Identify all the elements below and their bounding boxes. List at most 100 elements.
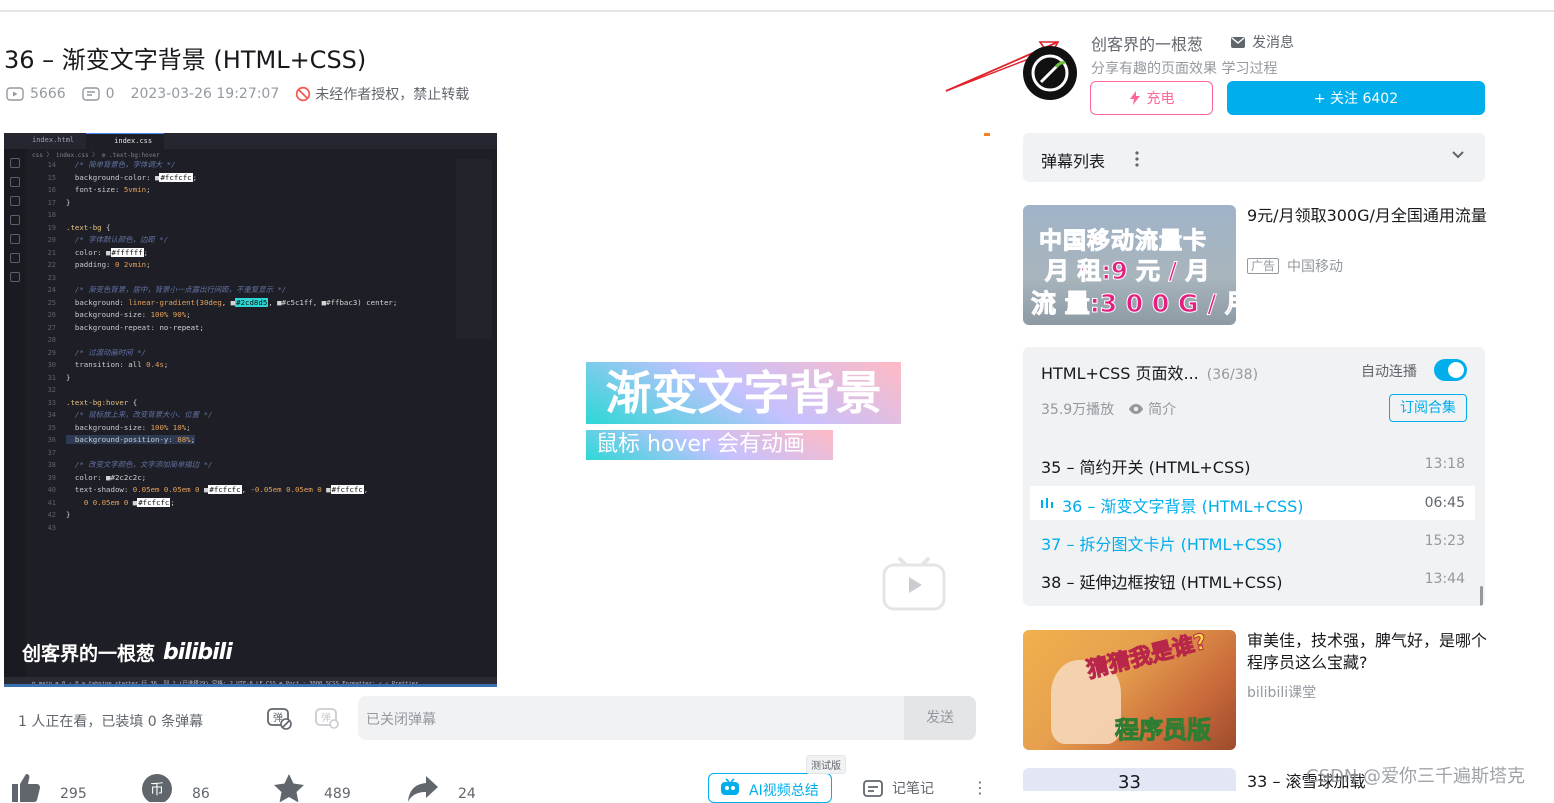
ad-meta: 广告 中国移动 <box>1247 256 1343 276</box>
danmaku-list-label: 弹幕列表 <box>1041 152 1106 171</box>
playlist-item[interactable]: 37 – 拆分图文卡片 (HTML+CSS) 15:23 <box>1030 524 1475 558</box>
send-message-link[interactable]: 发消息 <box>1230 32 1294 52</box>
favorite-button[interactable]: 489 <box>272 772 351 802</box>
intro-label: 简介 <box>1148 402 1177 418</box>
eye-icon <box>1129 404 1144 414</box>
ai-summary-button[interactable]: AI视频总结 <box>708 773 832 803</box>
mail-icon <box>1231 36 1245 48</box>
danmaku-input-placeholder: 已关闭弹幕 <box>366 712 436 728</box>
views-count: 5666 <box>30 86 66 102</box>
coin-icon: 币 <box>142 774 172 802</box>
play-count-icon <box>6 87 24 101</box>
send-danmaku-button[interactable]: 发送 <box>904 696 976 740</box>
notes-label: 记笔记 <box>892 781 934 797</box>
danmaku-toggle-icon[interactable]: 弹 <box>266 706 292 730</box>
ad-thumb-line3: 流 量:3 0 0 G / 月 <box>1030 289 1236 319</box>
code-editor-frame: index.html index.css css 〉 index.css 〉 ⚙… <box>4 133 497 687</box>
playlist-item-duration: 13:18 <box>1424 456 1465 472</box>
recommended-thumbnail[interactable]: 猜猜我是谁? 程序员版 <box>1023 630 1236 750</box>
playlist-plays: 35.9万播放 <box>1041 402 1115 418</box>
subscribe-collection-button[interactable]: 订阅合集 <box>1389 394 1467 422</box>
watermark-author: 创客界的一根葱 <box>22 643 156 665</box>
video-watermark: 创客界的一根葱 bilibili <box>22 639 233 666</box>
follow-label: + 关注 6402 <box>1313 91 1399 107</box>
video-player[interactable]: index.html index.css css 〉 index.css 〉 ⚙… <box>4 133 990 687</box>
ad-thumb-line2: 月 租:9 元 / 月 <box>1044 257 1210 286</box>
video-meta: 5666 0 2023-03-26 19:27:07 未经作者授权，禁止转载 <box>6 84 469 104</box>
playlist-item-duration: 13:44 <box>1424 571 1465 587</box>
danmaku-settings-icon[interactable]: 弹 <box>314 706 340 730</box>
editor-tab-css: index.css <box>86 133 165 149</box>
recommended-video[interactable]: 猜猜我是谁? 程序员版 审美佳，技术强，脾气好，是哪个程序员这么宝藏? bili… <box>1023 630 1487 750</box>
coin-button[interactable]: 币 86 <box>140 772 210 802</box>
recommended-thumbnail[interactable]: 33 <box>1023 768 1236 793</box>
share-arrow-icon <box>408 776 438 802</box>
playlist-item[interactable]: 38 – 延伸边框按钮 (HTML+CSS) 13:44 <box>1030 562 1475 596</box>
danmaku-bar: 1 人正在看，已装填 0 条弹幕 弹 弹 已关闭弹幕 发送 <box>4 687 990 749</box>
playlist-name: HTML+CSS 页面效... <box>1041 364 1199 383</box>
danmaku-stat: 0 <box>81 86 115 102</box>
editor-breadcrumb: css 〉 index.css 〉 ⚙ .text-bg:hover <box>32 152 160 159</box>
svg-text:弹: 弹 <box>321 711 331 724</box>
video-title: 36 – 渐变文字背景 (HTML+CSS) <box>4 46 367 74</box>
playlist-item-title: 36 – 渐变文字背景 (HTML+CSS) <box>1062 497 1304 516</box>
playlist-item-current[interactable]: 36 – 渐变文字背景 (HTML+CSS) 06:45 <box>1030 486 1475 520</box>
beta-badge: 测试版 <box>806 755 846 774</box>
editor-activity-bar <box>4 149 26 677</box>
preview-pane: 渐变文字背景 鼠标 hover 会有动画 <box>497 133 990 687</box>
lightning-icon <box>1129 91 1140 105</box>
playlist-item-title: 35 – 简约开关 (HTML+CSS) <box>1041 458 1251 477</box>
playlist-title[interactable]: HTML+CSS 页面效... (36/38) <box>1041 360 1258 384</box>
playlist-item[interactable]: 35 – 简约开关 (HTML+CSS) 13:18 <box>1030 447 1475 481</box>
charge-label: 充电 <box>1146 91 1175 107</box>
playlist-item-title: 38 – 延伸边框按钮 (HTML+CSS) <box>1041 573 1283 592</box>
gradient-text-subtitle: 鼠标 hover 会有动画 <box>586 430 833 460</box>
publish-date: 2023-03-26 19:27:07 <box>130 86 280 102</box>
charge-button[interactable]: 充电 <box>1090 81 1213 115</box>
recommended-title[interactable]: 审美佳，技术强，脾气好，是哪个程序员这么宝藏? <box>1247 630 1487 674</box>
copyright-notice: 未经作者授权，禁止转载 <box>295 84 469 104</box>
views-stat: 5666 <box>6 86 66 102</box>
autoplay-toggle[interactable] <box>1434 359 1467 381</box>
author-description: 分享有趣的页面效果 学习过程 <box>1091 61 1278 77</box>
thumb-caption-bottom: 程序员版 <box>1115 716 1212 745</box>
gradient-text-title: 渐变文字背景 <box>586 362 901 424</box>
author-name[interactable]: 创客界的一根葱 <box>1091 31 1203 55</box>
editor-minimap <box>456 159 492 339</box>
editor-tabs: index.html index.css <box>4 133 497 149</box>
video-toolbar: 295 币 86 489 24 AI视频总结 测试版 记笔记 ⋮ <box>8 755 988 803</box>
like-button[interactable]: 295 <box>8 772 87 802</box>
ai-summary-label: AI视频总结 <box>749 783 819 799</box>
autoplay-label: 自动连播 <box>1361 364 1417 380</box>
recommended-uploader[interactable]: bilibili课堂 <box>1247 682 1316 702</box>
ad-card[interactable]: 中国移动流量卡 月 租:9 元 / 月 流 量:3 0 0 G / 月 9元/月… <box>1023 205 1487 325</box>
danmaku-count-icon <box>81 87 100 101</box>
playlist-item-duration: 06:45 <box>1424 495 1465 511</box>
watching-status: 1 人正在看，已装填 0 条弹幕 <box>18 714 204 730</box>
danmaku-list-panel[interactable]: 弹幕列表 <box>1023 133 1485 182</box>
ad-thumbnail[interactable]: 中国移动流量卡 月 租:9 元 / 月 流 量:3 0 0 G / 月 <box>1023 205 1236 325</box>
player-corner-accent <box>984 133 990 136</box>
danmaku-input[interactable]: 已关闭弹幕 发送 <box>358 696 976 740</box>
more-menu-icon[interactable]: ⋮ <box>972 778 988 797</box>
like-count: 295 <box>60 786 87 802</box>
notes-button[interactable]: 记笔记 <box>862 778 934 798</box>
playlist-scrollbar[interactable] <box>1480 586 1483 606</box>
ad-thumb-line1: 中国移动流量卡 <box>1039 228 1207 255</box>
ad-badge: 广告 <box>1247 258 1280 274</box>
author-avatar[interactable] <box>1023 46 1077 100</box>
playlist-intro[interactable]: 简介 <box>1128 399 1176 419</box>
share-button[interactable]: 24 <box>406 772 476 802</box>
editor-code: /* 简单背景色，字体调大 */ background-color: ■#fcf… <box>66 160 398 519</box>
chevron-down-icon[interactable] <box>1451 150 1465 160</box>
follow-button[interactable]: + 关注 6402 <box>1227 81 1485 115</box>
playing-bars-icon <box>1041 498 1053 508</box>
more-options-icon[interactable] <box>1135 151 1139 167</box>
danmaku-count: 0 <box>105 86 115 102</box>
playlist-item-duration: 15:23 <box>1424 533 1465 549</box>
ad-title[interactable]: 9元/月领取300G/月全国通用流量 <box>1247 205 1487 227</box>
playlist-stats: 35.9万播放 简介 <box>1041 399 1176 419</box>
notebook-icon <box>863 780 883 797</box>
thumb-caption-top: 猜猜我是谁? <box>1084 630 1210 684</box>
editor-tab-html: index.html <box>32 136 75 144</box>
